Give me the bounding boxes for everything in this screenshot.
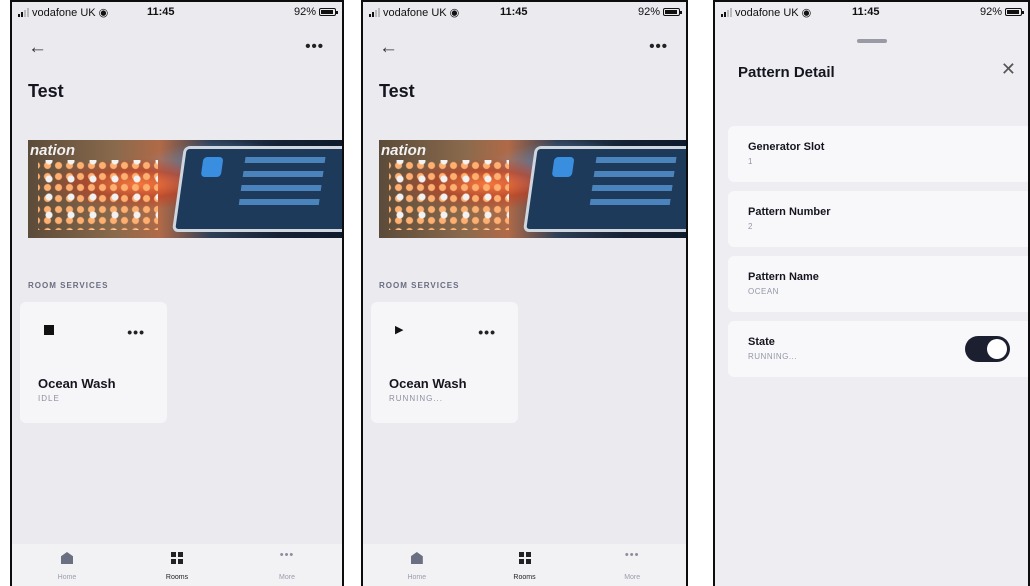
carrier-name: vodafone UK [383,6,447,19]
stop-icon[interactable] [44,325,54,335]
card-more-options-icon[interactable]: ••• [478,324,496,340]
battery-percent: 92% [637,6,660,18]
wifi-icon: ◉ [801,7,812,19]
home-icon [410,552,423,564]
service-name: Ocean Wash [389,376,467,391]
room-image-text: nation [30,142,75,159]
field-value: RUNNING... [748,352,797,361]
field-generator-slot: Generator Slot 1 [728,126,1028,182]
room-image: nation [28,140,342,238]
field-value: OCEAN [748,287,779,296]
state-toggle[interactable] [965,336,1010,362]
battery-percent: 92% [979,6,1002,18]
field-pattern-number: Pattern Number 2 [728,191,1028,247]
service-status: IDLE [38,394,60,403]
service-card-ocean-wash[interactable]: ••• Ocean Wash IDLE [20,302,167,423]
clock: 11:45 [852,6,880,18]
more-options-icon[interactable]: ••• [305,38,324,55]
tab-label: Home [407,574,427,581]
service-card-ocean-wash[interactable]: ▶ ••• Ocean Wash RUNNING... [371,302,518,423]
status-bar: vodafone UK ◉ 11:45 92% [363,2,686,24]
sheet-drag-handle[interactable] [857,39,887,43]
carrier-name: vodafone UK [32,6,96,19]
service-status: RUNNING... [389,394,443,403]
field-label: Pattern Name [748,271,819,283]
tab-bar: Home Rooms ••• More [363,544,686,586]
tab-label: Home [57,574,77,581]
field-value: 2 [748,222,753,231]
field-label: Generator Slot [748,141,825,153]
section-label-room-services: ROOM SERVICES [28,281,109,290]
field-value: 1 [748,157,753,166]
clock: 11:45 [147,6,175,18]
battery-status: 92% [637,6,682,18]
pattern-detail-sheet: vodafone UK ◉ 11:45 92% Pattern Detail ✕… [713,0,1030,586]
wifi-icon: ◉ [449,7,460,19]
tab-label: Rooms [513,574,536,581]
tab-more[interactable]: ••• More [578,544,686,586]
tab-home[interactable]: Home [12,544,122,586]
room-image-text: nation [381,142,426,159]
wifi-icon: ◉ [98,7,109,19]
more-icon: ••• [624,549,640,561]
status-bar: vodafone UK ◉ 11:45 92% [715,2,1028,24]
tab-more[interactable]: ••• More [232,544,342,586]
tab-label: More [624,574,641,581]
tab-label: More [279,574,295,581]
field-label: State [748,336,775,348]
battery-icon [319,8,338,16]
carrier-signal: vodafone UK ◉ [369,6,459,19]
field-state: State RUNNING... [728,321,1028,377]
battery-icon [1005,8,1024,16]
section-label-room-services: ROOM SERVICES [379,281,460,290]
carrier-name: vodafone UK [735,6,799,19]
field-pattern-name: Pattern Name OCEAN [728,256,1028,312]
carrier-signal: vodafone UK ◉ [18,6,108,19]
battery-icon [663,8,682,16]
more-icon: ••• [279,549,295,561]
rooms-icon [171,552,183,564]
page-title: Test [28,81,64,101]
signal-icon [18,8,29,17]
phone-screen-running: vodafone UK ◉ 11:45 92% ← ••• Test natio… [361,0,688,586]
card-more-options-icon[interactable]: ••• [127,324,145,340]
back-arrow-icon[interactable]: ← [28,38,47,57]
tab-home[interactable]: Home [363,544,471,586]
tab-rooms[interactable]: Rooms [471,544,579,586]
status-bar: vodafone UK ◉ 11:45 92% [12,2,342,24]
signal-icon [721,8,732,17]
home-icon [61,552,73,564]
rooms-icon [518,552,531,564]
page-title: Test [379,81,415,101]
back-arrow-icon[interactable]: ← [379,38,398,57]
service-name: Ocean Wash [38,376,116,391]
tab-bar: Home Rooms ••• More [12,544,342,586]
battery-percent: 92% [293,6,316,18]
battery-status: 92% [979,6,1024,18]
tab-rooms[interactable]: Rooms [122,544,232,586]
play-icon[interactable]: ▶ [395,325,405,336]
tab-label: Rooms [165,574,189,581]
carrier-signal: vodafone UK ◉ [721,6,811,19]
field-label: Pattern Number [748,206,831,218]
battery-status: 92% [293,6,338,18]
more-options-icon[interactable]: ••• [649,38,668,55]
phone-screen-idle: vodafone UK ◉ 11:45 92% ← ••• Test natio… [10,0,344,586]
room-image: nation [379,140,686,238]
signal-icon [369,8,380,17]
close-icon[interactable]: ✕ [1001,60,1016,78]
sheet-title: Pattern Detail [738,64,835,81]
clock: 11:45 [500,6,528,18]
